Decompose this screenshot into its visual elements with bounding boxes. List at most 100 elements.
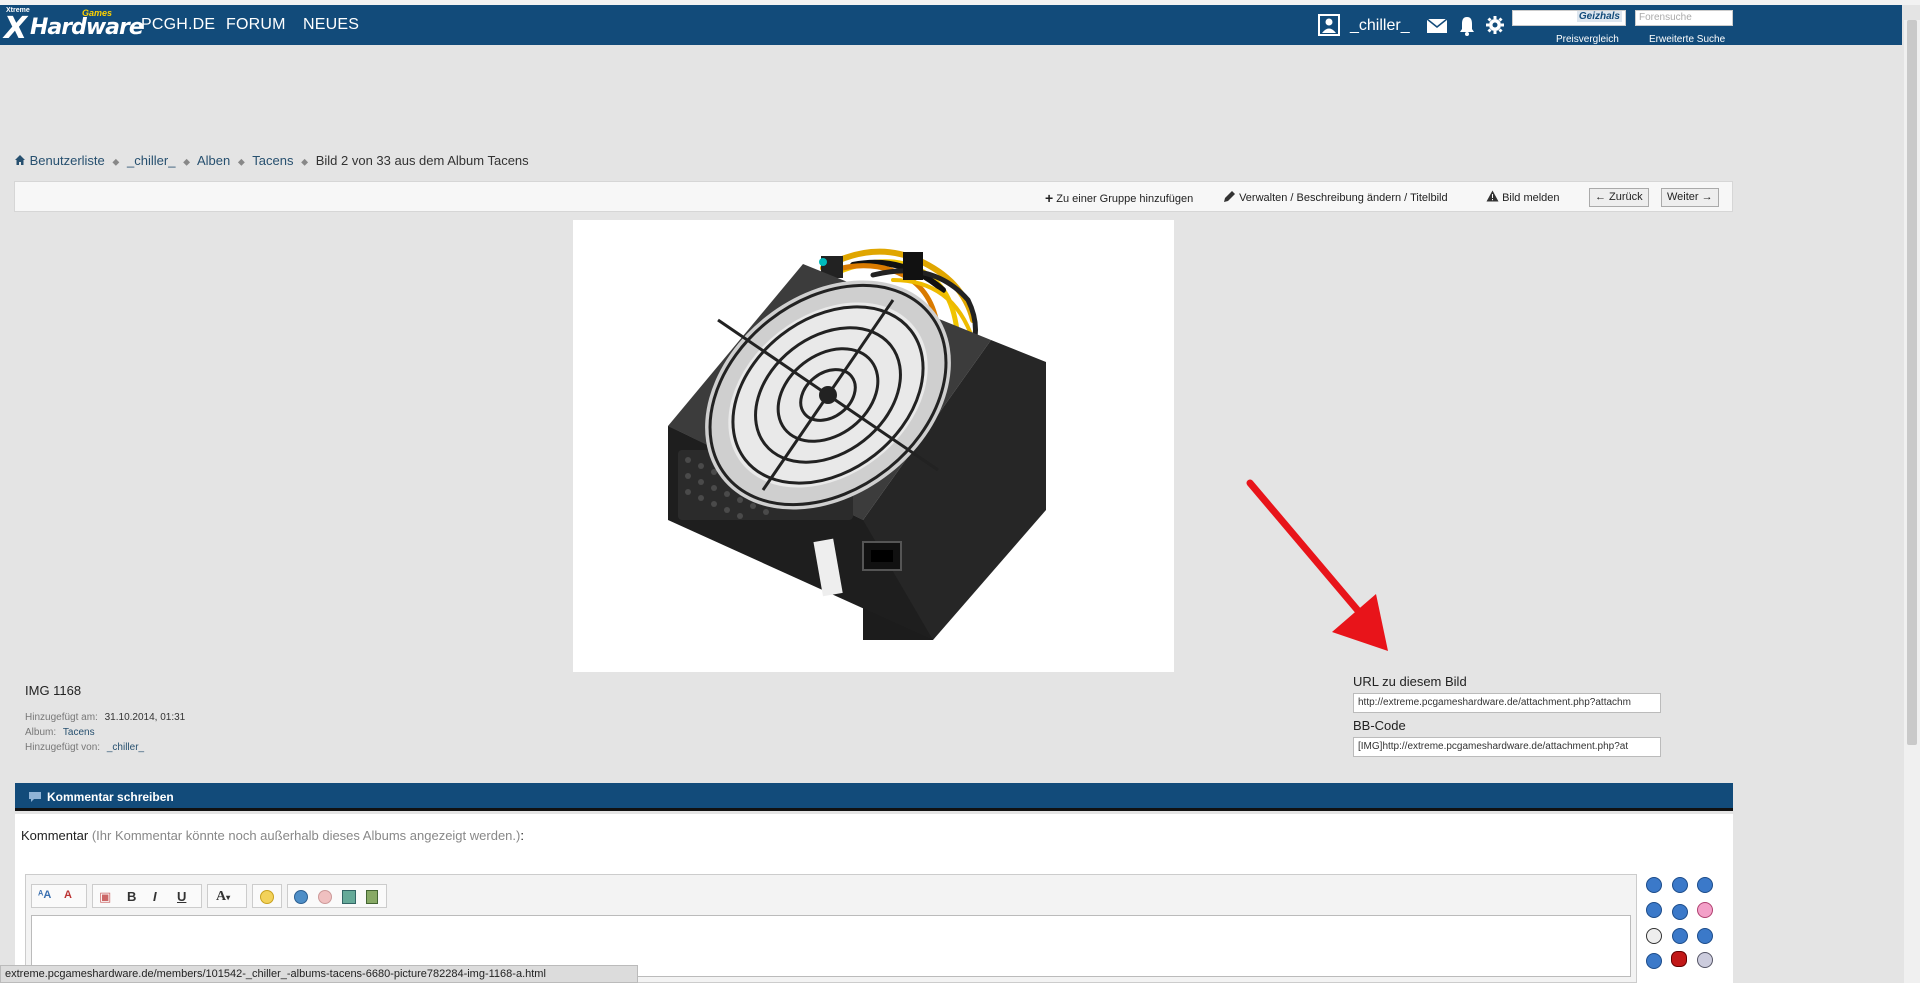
smiley-icon[interactable] [1697,902,1713,918]
advanced-search-link[interactable]: Erweiterte Suche [1649,34,1725,45]
user-profile-icon[interactable] [1318,14,1340,39]
smiley-icon[interactable] [1646,877,1662,893]
bbcode-label: BB-Code [1353,718,1406,733]
picture-added-by-row: Hinzugefügt von: _chiller_ [25,742,144,753]
editor-toolbar-group-format: ᴬA A [31,884,87,908]
power-supply-image [668,248,1046,640]
breadcrumb-current: Bild 2 von 33 aus dem Album Tacens [315,153,529,168]
preisvergleich-link[interactable]: Preisvergleich [1556,34,1619,45]
breadcrumb-separator-icon: ⬥ [237,157,245,168]
underline-button[interactable]: U [177,889,186,904]
smiley-icon[interactable] [1646,953,1662,969]
added-by-user-link[interactable]: _chiller_ [107,742,144,753]
logo-x-text: X [4,11,27,46]
picture-album-row: Album: Tacens [25,727,95,738]
link-icon[interactable] [294,890,308,904]
plus-icon: + [1045,190,1054,206]
album-picture[interactable] [573,220,1174,672]
smiley-icon[interactable] [1672,904,1688,920]
add-to-group-button[interactable]: + Zu einer Gruppe hinzufügen [1045,190,1193,206]
geizhals-search-input[interactable]: Geizhals [1512,10,1626,26]
font-button[interactable]: A▾ [216,889,230,905]
add-to-group-label: Zu einer Gruppe hinzufügen [1056,193,1194,205]
breadcrumb-user[interactable]: _chiller_ [127,153,175,168]
nav-neues[interactable]: NEUES [303,16,359,34]
smiley-icon[interactable] [1672,928,1688,944]
manage-picture-button[interactable]: Verwalten / Beschreibung ändern / Titelb… [1223,190,1448,204]
image-insert-icon[interactable] [342,890,356,904]
warning-icon [1486,190,1499,202]
added-by-label: Hinzugefügt von: [25,742,101,753]
home-icon[interactable] [14,154,26,166]
smiley-icon[interactable] [1697,877,1713,893]
editor-toolbar-group-smilies [252,884,282,908]
browser-status-url: extreme.pcgameshardware.de/members/10154… [0,965,638,983]
previous-picture-button[interactable]: ← Zurück [1589,188,1649,207]
breadcrumb-separator-icon: ⬥ [112,157,120,168]
site-header: Xtreme X Hardware Games PCGH.DE FORUM NE… [0,5,1902,46]
url-label: URL zu diesem Bild [1353,674,1467,689]
comment-panel: Kommentar (Ihr Kommentar könnte noch auß… [15,814,1733,983]
switch-editor-mode-icon[interactable]: A [64,889,72,901]
comment-label: Kommentar [21,828,89,843]
album-link[interactable]: Tacens [63,727,95,738]
speech-bubble-icon [29,792,41,802]
comment-section-title: Kommentar schreiben [47,790,174,804]
album-label: Album: [25,727,57,738]
smiley-icon[interactable] [1697,928,1713,944]
site-logo[interactable]: Xtreme X Hardware Games [4,7,144,46]
bold-button[interactable]: B [127,889,136,904]
bell-icon[interactable] [1459,16,1475,39]
remove-format-icon[interactable]: ᴬA [38,889,51,901]
video-insert-icon[interactable] [366,890,378,904]
added-on-label: Hinzugefügt am: [25,712,98,723]
breadcrumb-separator-icon: ⬥ [301,157,309,168]
editor-toolbar-group-insert [287,884,387,908]
font-button-label: A [216,889,227,904]
scrollbar-thumb[interactable] [1907,20,1917,745]
smiley-insert-icon[interactable] [260,890,274,904]
breadcrumb-separator-icon: ⬥ [183,157,191,168]
comment-hint: (Ihr Kommentar könnte noch außerhalb die… [91,828,521,843]
paste-icon[interactable]: ▣ [99,889,111,905]
smiley-icon[interactable] [1672,877,1688,893]
gear-icon[interactable] [1486,16,1504,37]
breadcrumb: Benutzerliste ⬥ _chiller_ ⬥ Alben ⬥ Tace… [14,153,529,168]
smiley-icon[interactable] [1646,902,1662,918]
logo-hardware-text: Hardware [30,15,144,40]
picture-action-bar: + Zu einer Gruppe hinzufügen Verwalten /… [14,181,1733,212]
report-picture-label: Bild melden [1502,192,1560,204]
report-picture-button[interactable]: Bild melden [1486,190,1560,204]
red-arrow-annotation-icon [1246,479,1388,651]
next-picture-button[interactable]: Weiter → [1661,188,1719,207]
manage-picture-label: Verwalten / Beschreibung ändern / Titelb… [1239,192,1448,204]
header-username[interactable]: _chiller_ [1350,17,1410,35]
comment-label-colon: : [520,828,524,843]
nav-pcgh[interactable]: PCGH.DE [141,16,215,34]
forum-search-input[interactable]: Forensuche [1635,10,1733,26]
pencil-icon [1224,191,1235,202]
smiley-icon[interactable] [1646,928,1662,944]
picture-added-on-row: Hinzugefügt am: 31.10.2014, 01:31 [25,712,185,723]
nav-forum[interactable]: FORUM [226,16,286,34]
mail-icon[interactable] [1426,18,1448,37]
chevron-down-icon: ▾ [226,893,231,902]
picture-title: IMG 1168 [25,683,82,698]
breadcrumb-benutzerliste[interactable]: Benutzerliste [30,153,105,168]
breadcrumb-alben[interactable]: Alben [197,153,230,168]
editor-toolbar-group-style: ▣ B I U [92,884,202,908]
geizhals-logo: Geizhals [1576,11,1622,22]
smiley-icon[interactable] [1697,952,1713,968]
comment-label-row: Kommentar (Ihr Kommentar könnte noch auß… [21,828,524,843]
page-scrollbar[interactable] [1904,20,1920,983]
picture-bbcode-field[interactable]: [IMG]http://extreme.pcgameshardware.de/a… [1353,737,1661,757]
breadcrumb-tacens[interactable]: Tacens [252,153,293,168]
comment-section-header: Kommentar schreiben [15,783,1733,811]
added-on-value: 31.10.2014, 01:31 [104,712,186,723]
italic-button[interactable]: I [153,889,157,904]
logo-games-text: Games [82,8,113,18]
picture-url-field[interactable]: http://extreme.pcgameshardware.de/attach… [1353,693,1661,713]
devil-smiley-icon[interactable] [1671,951,1687,967]
unlink-icon[interactable] [318,890,332,904]
editor-toolbar-group-font: A▾ [207,884,247,908]
